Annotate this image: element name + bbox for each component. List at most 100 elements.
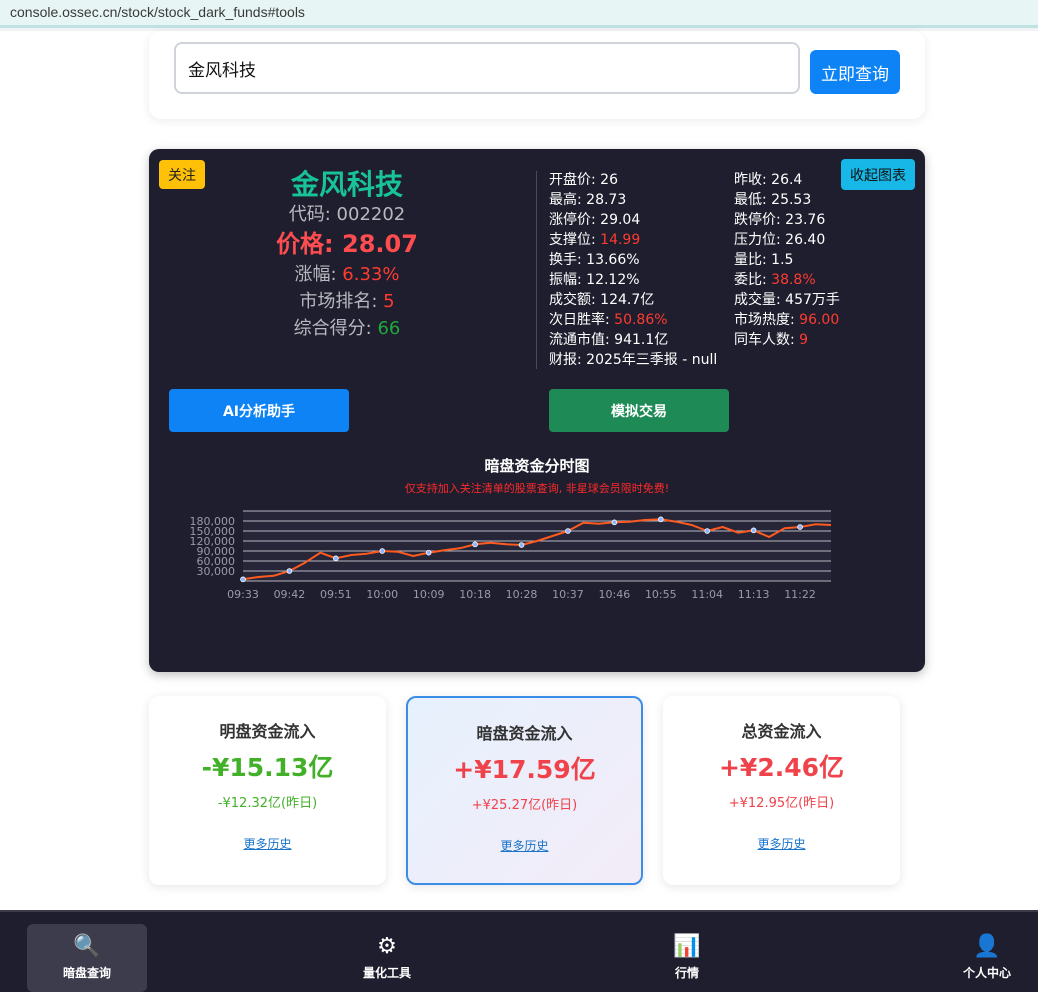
more-history-link[interactable]: 更多历史	[663, 835, 900, 852]
page-content: 金风科技 立即查询 关注 收起图表 金风科技 代码: 002202 价格: 28…	[0, 31, 1038, 910]
flow-title: 暗盘资金流入	[476, 724, 573, 743]
stock-metrics: 开盘价: 26 昨收: 26.4 最高: 28.73 最低: 25.53 涨停价: 29…	[549, 170, 919, 370]
ai-assistant-button[interactable]: AI分析助手	[169, 389, 349, 432]
stock-info-card: 关注 收起图表 金风科技 代码: 002202 价格: 28.07 涨幅: 6.…	[149, 149, 925, 672]
metric-label: 开盘价:	[549, 172, 601, 188]
metric-row: 振幅: 12.12% 委比: 38.8%	[549, 270, 919, 290]
nav-item[interactable]: ⚙ 量化工具	[327, 924, 447, 992]
change-label: 涨幅:	[294, 264, 343, 285]
score-line: 综合得分: 66	[259, 315, 435, 342]
x-tick-label: 11:22	[784, 588, 816, 601]
metric-row: 最高: 28.73 最低: 25.53	[549, 190, 919, 210]
metric-item: 最低: 25.53	[734, 190, 919, 210]
x-tick-label: 10:09	[413, 588, 445, 601]
data-point	[750, 527, 757, 534]
metric-label: 成交量:	[734, 292, 786, 308]
fund-flow-card[interactable]: 暗盘资金流入 +¥17.59亿 +¥25.27亿(昨日) 更多历史	[406, 696, 643, 885]
metric-row: 涨停价: 29.04 跌停价: 23.76	[549, 210, 919, 230]
metric-value: 26.4	[771, 172, 803, 188]
metric-label: 成交额:	[549, 292, 601, 308]
metric-row: 次日胜率: 50.86% 市场热度: 96.00	[549, 310, 919, 330]
fund-flow-card[interactable]: 明盘资金流入 -¥15.13亿 -¥12.32亿(昨日) 更多历史	[149, 696, 386, 885]
stock-summary: 金风科技 代码: 002202 价格: 28.07 涨幅: 6.33% 市场排名…	[259, 167, 435, 342]
metric-item: 支撑位: 14.99	[549, 230, 734, 250]
metric-value: 124.7亿	[600, 292, 655, 308]
flow-title: 总资金流入	[741, 722, 822, 741]
metric-item: 压力位: 26.40	[734, 230, 919, 250]
metric-item: 最高: 28.73	[549, 190, 734, 210]
metric-label: 支撑位:	[549, 232, 601, 248]
browser-address-bar[interactable]: console.ossec.cn/stock/stock_dark_funds#…	[0, 0, 1038, 28]
data-point	[379, 548, 386, 554]
data-point	[565, 528, 571, 534]
nav-item[interactable]: 👤 个人中心	[927, 924, 1038, 992]
metric-item: 市场热度: 96.00	[734, 310, 919, 330]
x-tick-label: 10:28	[506, 588, 538, 601]
metric-item: 涨停价: 29.04	[549, 210, 734, 230]
metric-value: 38.8%	[771, 272, 816, 288]
y-tick-label: 180,000	[190, 515, 236, 528]
query-button[interactable]: 立即查询	[810, 50, 900, 94]
data-point	[657, 516, 664, 523]
url-text: console.ossec.cn/stock/stock_dark_funds#…	[10, 4, 305, 20]
metric-label: 市场热度:	[734, 312, 800, 328]
data-point	[333, 555, 339, 562]
chart-title: 暗盘资金分时图	[484, 457, 590, 475]
metric-item: 委比: 38.8%	[734, 270, 919, 290]
metric-value: 14.99	[600, 232, 641, 248]
stock-code: 代码: 002202	[288, 204, 406, 225]
metric-row: 换手: 13.66% 量比: 1.5	[549, 250, 919, 270]
chart-subtitle: 仅支持加入关注清单的股票查询, 非星球会员限时免费!	[404, 482, 670, 495]
metric-item: 次日胜率: 50.86%	[549, 310, 734, 330]
metric-item: 成交额: 124.7亿	[549, 290, 734, 310]
metric-row: 流通市值: 941.1亿 同车人数: 9	[549, 330, 919, 350]
dark-funds-line-chart: 30,00060,00090,000120,000150,000180,0000…	[190, 510, 832, 601]
x-tick-label: 09:51	[320, 588, 352, 601]
nav-label: 暗盘查询	[62, 966, 111, 980]
x-tick-label: 09:42	[274, 588, 306, 601]
metric-item: 同车人数: 9	[734, 330, 919, 350]
data-point	[472, 541, 478, 548]
vertical-divider	[536, 171, 537, 369]
simulated-trade-button[interactable]: 模拟交易	[549, 389, 729, 432]
metric-value: 96.00	[799, 312, 840, 328]
x-tick-label: 10:55	[645, 588, 677, 601]
metric-label: 跌停价:	[734, 212, 786, 228]
metric-label: 流通市值:	[549, 332, 615, 348]
metric-label: 换手:	[549, 252, 587, 268]
metric-label: 财报:	[549, 352, 587, 368]
more-history-link[interactable]: 更多历史	[408, 837, 641, 854]
metric-item: 换手: 13.66%	[549, 250, 734, 270]
nav-item[interactable]: 🔍 暗盘查询	[27, 924, 147, 992]
flow-title: 明盘资金流入	[219, 722, 316, 741]
fund-flow-card[interactable]: 总资金流入 +¥2.46亿 +¥12.95亿(昨日) 更多历史	[663, 696, 900, 885]
metric-value: 12.12%	[586, 272, 640, 288]
metric-row: 成交额: 124.7亿 成交量: 457万手	[549, 290, 919, 310]
nav-label: 行情	[674, 966, 699, 980]
rank-value: 5	[383, 291, 395, 312]
metric-value: 13.66%	[586, 252, 640, 268]
search-card: 金风科技 立即查询	[149, 31, 925, 119]
metric-value: 28.73	[586, 192, 627, 208]
metric-label: 涨停价:	[549, 212, 601, 228]
metric-row: 财报: 2025年三季报 - null	[549, 350, 919, 370]
rank-line: 市场排名: 5	[259, 288, 435, 315]
stock-price: 价格: 28.07	[276, 230, 418, 258]
metric-item: 振幅: 12.12%	[549, 270, 734, 290]
x-tick-label: 10:37	[552, 588, 584, 601]
stock-search-input[interactable]: 金风科技	[174, 42, 800, 94]
follow-button[interactable]: 关注	[159, 160, 205, 189]
more-history-link[interactable]: 更多历史	[149, 835, 386, 852]
change-value: 6.33%	[342, 264, 400, 285]
metric-value: 941.1亿	[614, 332, 669, 348]
flow-value: +¥2.46亿	[718, 753, 845, 782]
magnifier-icon: 🔍	[73, 934, 101, 959]
x-tick-label: 10:00	[366, 588, 398, 601]
nav-item[interactable]: 📊 行情	[627, 924, 747, 992]
bottom-navigation: 🔍 暗盘查询 ⚙ 量化工具 📊 行情 👤 个人中心	[0, 910, 1038, 992]
data-point	[797, 524, 803, 530]
score-label: 综合得分:	[293, 318, 378, 339]
x-tick-label: 11:13	[738, 588, 770, 601]
bar-chart-icon: 📊	[673, 934, 701, 959]
data-point	[425, 549, 432, 556]
